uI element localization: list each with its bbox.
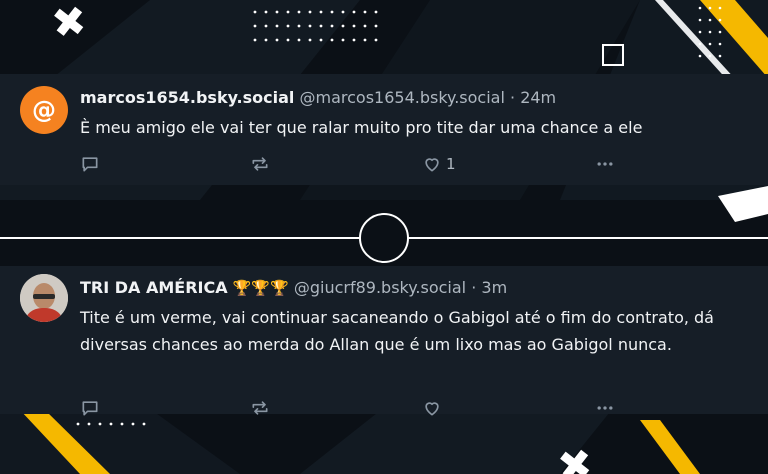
profile-photo [20,274,68,322]
display-name[interactable]: TRI DA AMÉRICA [80,278,228,297]
post-text: È meu amigo ele vai ter que ralar muito … [80,118,643,137]
separator: · [471,278,477,297]
like-button[interactable] [422,396,442,420]
like-icon [425,158,439,172]
repost-button[interactable] [250,396,270,420]
reply-icon [82,157,98,172]
post-text: Tite é um verme, vai continuar sacaneand… [80,308,714,354]
reply-button[interactable] [80,396,100,420]
repost-button[interactable] [250,152,270,176]
more-icon [597,162,613,166]
repost-icon [252,401,268,415]
avatar[interactable] [20,274,68,322]
avatar[interactable]: @ [20,86,68,134]
post-card[interactable]: TRI DA AMÉRICA 🏆🏆🏆 @giucrf89.bsky.social… [0,266,768,416]
timestamp[interactable]: 24m [520,88,556,107]
reply-icon [82,401,98,416]
more-options-button[interactable] [595,396,615,420]
more-options-button[interactable] [595,152,615,176]
post-header: marcos1654.bsky.social @marcos1654.bsky.… [80,88,556,108]
post-actions [80,396,620,420]
separator: · [510,88,516,107]
post-actions: 1 [80,152,620,176]
post-header: TRI DA AMÉRICA 🏆🏆🏆 @giucrf89.bsky.social… [80,278,507,298]
like-button[interactable]: 1 [422,152,456,176]
handle[interactable]: @marcos1654.bsky.social [299,88,504,107]
display-name[interactable]: marcos1654.bsky.social [80,88,294,107]
more-icon [597,406,613,410]
like-count: 1 [446,155,456,173]
trophy-icon: 🏆🏆🏆 [232,279,289,297]
handle[interactable]: @giucrf89.bsky.social [294,278,466,297]
repost-icon [252,157,268,171]
post-card[interactable]: @ marcos1654.bsky.social @marcos1654.bsk… [0,74,768,185]
reply-button[interactable] [80,152,100,176]
at-sign-icon: @ [32,96,56,124]
like-icon [425,402,439,416]
timestamp[interactable]: 3m [481,278,507,297]
